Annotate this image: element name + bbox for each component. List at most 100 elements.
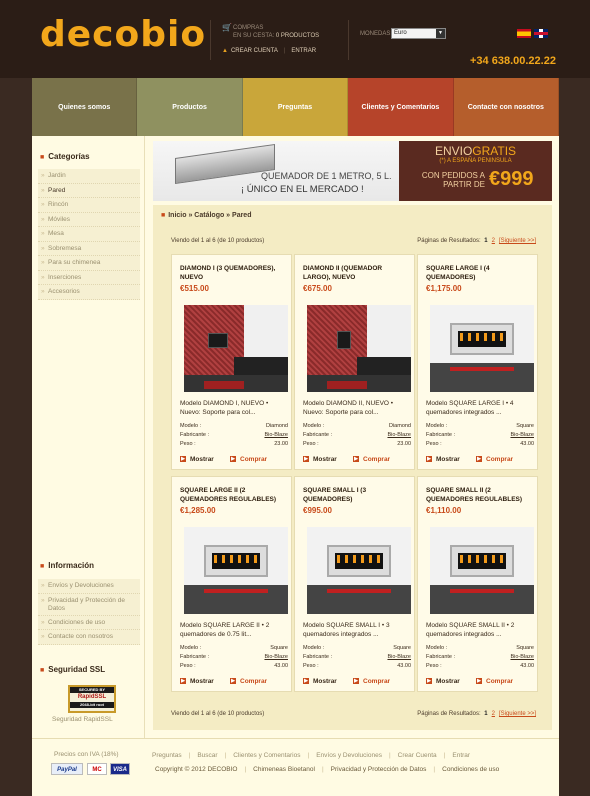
- ssl-heading: ■ Seguridad SSL: [40, 665, 106, 674]
- flag-spain-icon[interactable]: [517, 29, 531, 38]
- nav-preguntas[interactable]: Preguntas: [242, 78, 349, 136]
- show-button[interactable]: ▶ Mostrar: [303, 678, 337, 685]
- spec-model: Modelo : Square: [303, 645, 411, 651]
- categories-heading: ■ Categorías: [40, 152, 90, 161]
- product-price: €1,175.00: [426, 284, 462, 293]
- create-account-link[interactable]: CREAR CUENTA: [231, 48, 278, 54]
- product-name[interactable]: SQUARE LARGE I (4 QUEMADORES): [426, 264, 534, 282]
- product-name[interactable]: SQUARE LARGE II (2 QUEMADORES REGULABLES…: [180, 486, 288, 504]
- footer-link[interactable]: Envíos y Devoluciones: [316, 752, 382, 759]
- page-current: 1: [484, 238, 488, 244]
- footer-link[interactable]: Preguntas: [152, 752, 182, 759]
- footer-link[interactable]: Entrar: [452, 752, 470, 759]
- footer-link[interactable]: Buscar: [197, 752, 217, 759]
- spec-maker: Fabricante : Bio-Blaze: [303, 432, 411, 438]
- show-button[interactable]: ▶ Mostrar: [426, 456, 460, 463]
- arrow-icon: ▶: [426, 678, 432, 685]
- spec-weight: Peso :23.00: [303, 441, 411, 447]
- info-item[interactable]: Privacidad y Protección de Datos: [38, 593, 140, 616]
- product-name[interactable]: DIAMOND I (3 QUEMADORES), NUEVO: [180, 264, 288, 282]
- nav-quienes-somos[interactable]: Quienes somos: [32, 78, 138, 136]
- buy-button[interactable]: ▶ Comprar: [353, 456, 390, 463]
- flag-uk-icon[interactable]: [534, 29, 548, 38]
- product-card[interactable]: DIAMOND II (QUEMADOR LARGO), NUEVO €675.…: [294, 254, 415, 470]
- footer-link[interactable]: Crear Cuenta: [398, 752, 437, 759]
- footer-link[interactable]: Privacidad y Protección de Datos: [331, 766, 427, 773]
- currency-select[interactable]: Euro ▼: [391, 28, 446, 39]
- account-links: ▲ CREAR CUENTA | ENTRAR: [222, 48, 317, 54]
- next-page-link[interactable]: [Siguiente >>]: [499, 238, 536, 244]
- category-item[interactable]: Mesa: [38, 227, 140, 242]
- category-item[interactable]: Rincón: [38, 198, 140, 213]
- product-name[interactable]: SQUARE SMALL II (2 QUEMADORES REGULABLES…: [426, 486, 534, 504]
- nav-clientes[interactable]: Clientes y Comentarios: [348, 78, 454, 136]
- info-item[interactable]: Contacte con nosotros: [38, 630, 140, 645]
- product-price: €1,110.00: [426, 506, 462, 515]
- product-card[interactable]: SQUARE LARGE I (4 QUEMADORES) €1,175.00 …: [417, 254, 538, 470]
- product-card[interactable]: SQUARE SMALL I (3 QUEMADORES) €995.00 Mo…: [294, 476, 415, 692]
- next-page-link[interactable]: [Siguiente >>]: [499, 711, 536, 717]
- footer-link[interactable]: Chimeneas Bioetanol: [253, 766, 315, 773]
- spec-weight: Peso :43.00: [303, 663, 411, 669]
- product-image[interactable]: [184, 527, 288, 614]
- show-button[interactable]: ▶ Mostrar: [303, 456, 337, 463]
- show-button[interactable]: ▶ Mostrar: [180, 456, 214, 463]
- page-2-link[interactable]: 2: [492, 711, 495, 717]
- category-item[interactable]: Pared: [38, 183, 140, 198]
- product-image[interactable]: [307, 305, 411, 392]
- ssl-badge[interactable]: SECURED BY RapidSSL 2048-bit root: [68, 685, 116, 713]
- banner-left: QUEMADOR DE 1 METRO, 5 L. ¡ ÚNICO EN EL …: [153, 141, 399, 201]
- pagination-bottom: Viendo del 1 al 6 (de 10 productos) Pági…: [171, 711, 536, 717]
- banner-text: ¡ ÚNICO EN EL MERCADO !: [241, 184, 364, 195]
- product-card[interactable]: SQUARE LARGE II (2 QUEMADORES REGULABLES…: [171, 476, 292, 692]
- info-item[interactable]: Envíos y Devoluciones: [38, 579, 140, 594]
- category-item[interactable]: Para su chimenea: [38, 256, 140, 271]
- logo[interactable]: decobio: [40, 14, 206, 55]
- ssl-caption: Seguridad RapidSSL: [52, 716, 113, 723]
- buy-button[interactable]: ▶ Comprar: [230, 456, 267, 463]
- category-item[interactable]: Jardin: [38, 169, 140, 184]
- buy-button[interactable]: ▶ Comprar: [476, 456, 513, 463]
- product-desc: Modelo DIAMOND II, NUEVO • Nuevo: Soport…: [303, 400, 394, 416]
- category-item[interactable]: Inserciones: [38, 270, 140, 285]
- product-name[interactable]: DIAMOND II (QUEMADOR LARGO), NUEVO: [303, 264, 411, 282]
- product-price: €675.00: [303, 284, 332, 293]
- footer-link[interactable]: Condiciones de uso: [442, 766, 499, 773]
- product-name[interactable]: SQUARE SMALL I (3 QUEMADORES): [303, 486, 411, 504]
- spec-maker: Fabricante : Bio-Blaze: [426, 654, 534, 660]
- product-image[interactable]: [430, 305, 534, 392]
- promo-banner[interactable]: QUEMADOR DE 1 METRO, 5 L. ¡ ÚNICO EN EL …: [153, 141, 552, 201]
- info-item[interactable]: Condiciones de uso: [38, 615, 140, 630]
- buy-button[interactable]: ▶ Comprar: [476, 678, 513, 685]
- spec-model: Modelo : Diamond: [303, 423, 411, 429]
- page-2-link[interactable]: 2: [492, 238, 495, 244]
- user-icon: ▲: [222, 48, 228, 54]
- product-desc: Modelo DIAMOND I, NUEVO • Nuevo: Soporte…: [180, 400, 269, 416]
- arrow-icon: ▶: [353, 456, 359, 463]
- category-item[interactable]: Accesorios: [38, 285, 140, 300]
- footer: Precios con IVA (18%) PayPal MC VISA Pre…: [32, 738, 559, 796]
- product-image[interactable]: [430, 527, 534, 614]
- login-link[interactable]: ENTRAR: [291, 48, 316, 54]
- spec-maker: Fabricante : Bio-Blaze: [426, 432, 534, 438]
- nav-contacte[interactable]: Contacte con nosotros: [453, 78, 560, 136]
- show-button[interactable]: ▶ Mostrar: [180, 678, 214, 685]
- bullet-icon: ■: [161, 212, 166, 219]
- footer-link[interactable]: Clientes y Comentarios: [233, 752, 300, 759]
- product-image[interactable]: [307, 527, 411, 614]
- arrow-icon: ▶: [353, 678, 359, 685]
- product-image[interactable]: [184, 305, 288, 392]
- fireplace-image: [175, 143, 275, 185]
- header-divider: [348, 20, 349, 60]
- buy-button[interactable]: ▶ Comprar: [230, 678, 267, 685]
- nav-productos[interactable]: Productos: [137, 78, 243, 136]
- product-card[interactable]: DIAMOND I (3 QUEMADORES), NUEVO €515.00 …: [171, 254, 292, 470]
- spec-model: Modelo : Diamond: [180, 423, 288, 429]
- category-item[interactable]: Móviles: [38, 212, 140, 227]
- buy-button[interactable]: ▶ Comprar: [353, 678, 390, 685]
- main-area: ■Categorías Jardin Pared Rincón Móviles …: [32, 136, 559, 738]
- show-button[interactable]: ▶ Mostrar: [426, 678, 460, 685]
- product-card[interactable]: SQUARE SMALL II (2 QUEMADORES REGULABLES…: [417, 476, 538, 692]
- spec-maker: Fabricante : Bio-Blaze: [303, 654, 411, 660]
- category-item[interactable]: Sobremesa: [38, 241, 140, 256]
